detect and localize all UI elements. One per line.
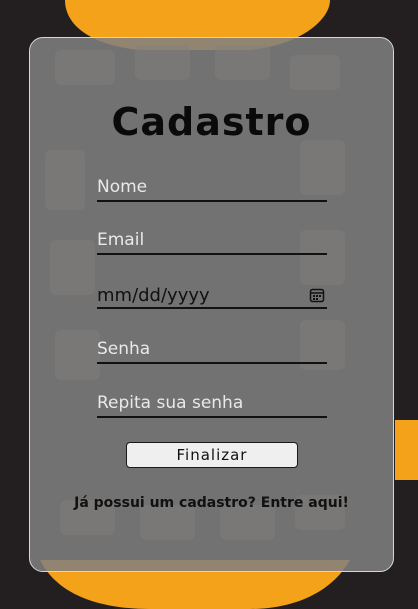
page-title: Cadastro: [111, 100, 312, 144]
name-placeholder: Nome: [97, 177, 148, 197]
name-field[interactable]: Nome: [97, 174, 327, 202]
calendar-icon[interactable]: [309, 287, 325, 303]
date-field[interactable]: mm/dd/yyyy: [97, 281, 327, 309]
submit-button[interactable]: Finalizar: [126, 442, 298, 468]
password-placeholder: Senha: [97, 339, 151, 359]
email-placeholder: Email: [97, 230, 145, 250]
date-value: mm/dd/yyyy: [97, 285, 210, 306]
login-link[interactable]: Já possui um cadastro? Entre aqui!: [30, 495, 393, 511]
email-field[interactable]: Email: [97, 227, 327, 255]
confirm-password-field[interactable]: Repita sua senha: [97, 390, 327, 418]
confirm-password-placeholder: Repita sua senha: [97, 393, 244, 413]
signup-card: Cadastro Nome Email mm/dd/yyyy Senha Rep…: [29, 37, 394, 572]
password-field[interactable]: Senha: [97, 336, 327, 364]
